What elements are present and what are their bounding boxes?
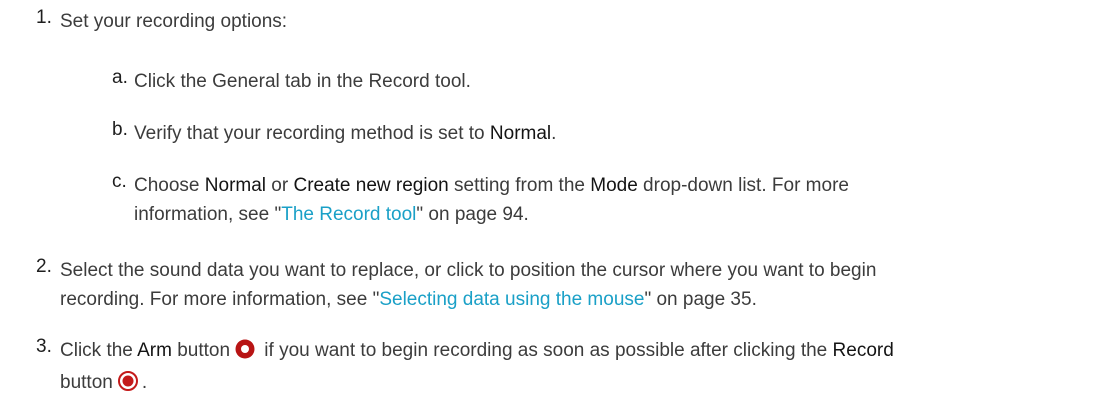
text-run: Verify that your recording method is set… (134, 123, 490, 144)
substep-letter: a. (112, 67, 128, 88)
text-run: button (171, 340, 231, 361)
text-run: Select the sound data you want to replac… (60, 260, 877, 281)
ui-term-arm: Arm (137, 340, 172, 361)
text-run: Choose (134, 175, 205, 196)
text-run: drop-down list. For more (637, 175, 849, 196)
text-run: information, see " (134, 204, 282, 225)
ui-term-record: Record (832, 340, 894, 361)
step-number: 1. (36, 7, 52, 28)
step-number: 3. (36, 336, 52, 357)
step-text: Select the sound data you want to replac… (60, 256, 1090, 314)
text-run: Click the (60, 340, 138, 361)
step-text: Click the Arm button if you want to begi… (60, 336, 1090, 400)
document-page: 1. Set your recording options: a. Click … (0, 0, 1114, 405)
text-run: " on page 94. (416, 204, 529, 225)
substep-text: Verify that your recording method is set… (134, 119, 1094, 148)
ui-term-normal: Normal (204, 175, 267, 196)
arm-icon (235, 339, 255, 368)
text-run: recording. For more information, see " (60, 289, 380, 310)
substep-text: Click the General tab in the Record tool… (134, 71, 471, 92)
ui-term-create-new-region: Create new region (293, 175, 449, 196)
substep-letter: c. (112, 171, 127, 192)
text-run: " on page 35. (644, 289, 757, 310)
text-run: or (266, 175, 294, 196)
text-run: setting from the (448, 175, 591, 196)
substep-letter: b. (112, 119, 128, 140)
text-run: . (141, 372, 148, 393)
ui-term-normal: Normal (489, 123, 552, 144)
link-selecting-data[interactable]: Selecting data using the mouse (379, 289, 644, 310)
ui-term-mode: Mode (590, 175, 638, 196)
step-text: Set your recording options: (60, 11, 288, 32)
text-run: . (551, 123, 557, 144)
step-number: 2. (36, 256, 52, 277)
link-the-record-tool[interactable]: The Record tool (281, 204, 416, 225)
text-run: if you want to begin recording as soon a… (259, 340, 833, 361)
text-run: button (60, 372, 113, 393)
record-icon (117, 371, 138, 400)
substep-text: Choose Normal or Create new region setti… (134, 171, 1094, 229)
